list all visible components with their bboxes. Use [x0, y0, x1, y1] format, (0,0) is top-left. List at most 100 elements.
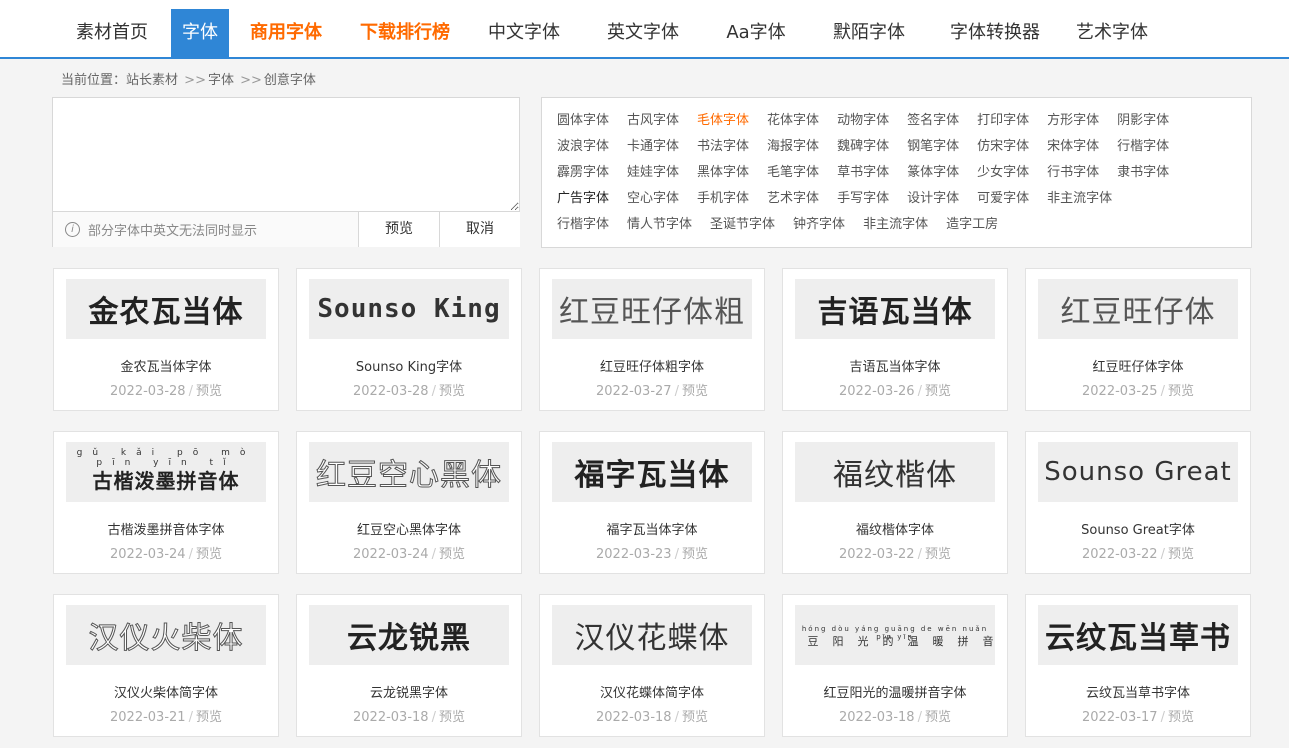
font-preview-link[interactable]: 预览 [682, 384, 708, 399]
font-preview-image[interactable]: 红豆旺仔体 [1038, 279, 1238, 339]
font-preview-image[interactable]: 汉仪花蝶体 [552, 605, 752, 665]
tag-link[interactable]: 毛笔字体 [767, 160, 819, 186]
font-name-link[interactable]: 红豆旺仔体粗字体 [540, 356, 764, 375]
nav-item-4[interactable]: 中文字体 [467, 9, 581, 57]
font-card[interactable]: Sounso Great Sounso Great字体 2022-03-22/预览 [1025, 431, 1251, 574]
font-name-link[interactable]: 福字瓦当体字体 [540, 519, 764, 538]
font-card[interactable]: 汉仪火柴体 汉仪火柴体简字体 2022-03-21/预览 [53, 594, 279, 737]
font-card[interactable]: 云纹瓦当草书 云纹瓦当草书字体 2022-03-17/预览 [1025, 594, 1251, 737]
font-card[interactable]: 红豆旺仔体 红豆旺仔体字体 2022-03-25/预览 [1025, 268, 1251, 411]
font-card[interactable]: 汉仪花蝶体 汉仪花蝶体简字体 2022-03-18/预览 [539, 594, 765, 737]
font-card[interactable]: 金农瓦当体 金农瓦当体字体 2022-03-28/预览 [53, 268, 279, 411]
tag-link[interactable]: 少女字体 [977, 160, 1029, 186]
font-preview-link[interactable]: 预览 [682, 547, 708, 562]
tag-link[interactable]: 造字工房 [946, 212, 998, 238]
tag-link[interactable]: 手写字体 [837, 186, 889, 212]
font-card[interactable]: 红豆空心黑体 红豆空心黑体字体 2022-03-24/预览 [296, 431, 522, 574]
preview-button[interactable]: 预览 [358, 212, 439, 247]
tag-link[interactable]: 卡通字体 [627, 134, 679, 160]
font-preview-link[interactable]: 预览 [196, 710, 222, 725]
font-name-link[interactable]: 福纹楷体字体 [783, 519, 1007, 538]
font-card[interactable]: Sounso King Sounso King字体 2022-03-28/预览 [296, 268, 522, 411]
tag-link[interactable]: 海报字体 [767, 134, 819, 160]
font-preview-image[interactable]: 福纹楷体 [795, 442, 995, 502]
tag-link[interactable]: 动物字体 [837, 108, 889, 134]
font-preview-link[interactable]: 预览 [1168, 710, 1194, 725]
tag-link[interactable]: 艺术字体 [767, 186, 819, 212]
tag-link[interactable]: 霹雳字体 [557, 160, 609, 186]
font-name-link[interactable]: 古楷泼墨拼音体字体 [54, 519, 278, 538]
tag-link[interactable]: 情人节字体 [627, 212, 692, 238]
tag-link[interactable]: 娃娃字体 [627, 160, 679, 186]
font-preview-image[interactable]: 福字瓦当体 [552, 442, 752, 502]
nav-item-7[interactable]: 默陌字体 [807, 9, 931, 57]
tag-link[interactable]: 古风字体 [627, 108, 679, 134]
breadcrumb-link-fonts[interactable]: 字体 [208, 73, 234, 88]
tag-link[interactable]: 书法字体 [697, 134, 749, 160]
font-preview-link[interactable]: 预览 [1168, 547, 1194, 562]
font-card[interactable]: 福字瓦当体 福字瓦当体字体 2022-03-23/预览 [539, 431, 765, 574]
font-card[interactable]: 红豆旺仔体粗 红豆旺仔体粗字体 2022-03-27/预览 [539, 268, 765, 411]
nav-item-5[interactable]: 英文字体 [581, 9, 705, 57]
nav-item-6[interactable]: Aa字体 [705, 9, 807, 57]
preview-text-input[interactable] [53, 98, 519, 211]
tag-link[interactable]: 波浪字体 [557, 134, 609, 160]
font-preview-image[interactable]: 红豆阳光的温暖拼音hóng dòu yáng guāng de wēn nuǎn… [795, 605, 995, 665]
tag-link[interactable]: 隶书字体 [1117, 160, 1169, 186]
nav-item-2[interactable]: 商用字体 [229, 9, 343, 57]
breadcrumb-link-home[interactable]: 站长素材 [126, 73, 178, 88]
font-preview-link[interactable]: 预览 [439, 547, 465, 562]
font-preview-image[interactable]: 古楷泼墨拼音体 gǔ kǎi pō mò pīn yīn tǐ [66, 442, 266, 502]
font-preview-link[interactable]: 预览 [1168, 384, 1194, 399]
tag-link[interactable]: 宋体字体 [1047, 134, 1099, 160]
nav-item-9[interactable]: 艺术字体 [1059, 9, 1165, 57]
font-card[interactable]: 福纹楷体 福纹楷体字体 2022-03-22/预览 [782, 431, 1008, 574]
tag-link[interactable]: 行书字体 [1047, 160, 1099, 186]
font-name-link[interactable]: Sounso Great字体 [1026, 519, 1250, 538]
font-name-link[interactable]: Sounso King字体 [297, 356, 521, 375]
tag-link[interactable]: 方形字体 [1047, 108, 1099, 134]
font-preview-link[interactable]: 预览 [196, 547, 222, 562]
font-name-link[interactable]: 云纹瓦当草书字体 [1026, 682, 1250, 701]
font-preview-image[interactable]: 云纹瓦当草书 [1038, 605, 1238, 665]
tag-link[interactable]: 钟齐字体 [793, 212, 845, 238]
font-preview-image[interactable]: 金农瓦当体 [66, 279, 266, 339]
font-card[interactable]: 古楷泼墨拼音体 gǔ kǎi pō mò pīn yīn tǐ 古楷泼墨拼音体字体 2… [53, 431, 279, 574]
font-preview-link[interactable]: 预览 [925, 547, 951, 562]
tag-link[interactable]: 签名字体 [907, 108, 959, 134]
font-preview-image[interactable]: Sounso King [309, 279, 509, 339]
font-preview-image[interactable]: 汉仪火柴体 [66, 605, 266, 665]
font-preview-image[interactable]: 红豆旺仔体粗 [552, 279, 752, 339]
tag-link[interactable]: 魏碑字体 [837, 134, 889, 160]
tag-link[interactable]: 设计字体 [907, 186, 959, 212]
font-preview-link[interactable]: 预览 [439, 710, 465, 725]
tag-link[interactable]: 仿宋字体 [977, 134, 1029, 160]
font-preview-link[interactable]: 预览 [925, 384, 951, 399]
nav-item-1[interactable]: 字体 [171, 9, 229, 57]
font-preview-image[interactable]: Sounso Great [1038, 442, 1238, 502]
tag-link[interactable]: 篆体字体 [907, 160, 959, 186]
tag-link[interactable]: 黑体字体 [697, 160, 749, 186]
tag-link[interactable]: 行楷字体 [1117, 134, 1169, 160]
font-card[interactable]: 云龙锐黑 云龙锐黑字体 2022-03-18/预览 [296, 594, 522, 737]
nav-item-8[interactable]: 字体转换器 [931, 9, 1059, 57]
tag-link[interactable]: 非主流字体 [863, 212, 928, 238]
font-preview-image[interactable]: 云龙锐黑 [309, 605, 509, 665]
font-card[interactable]: 吉语瓦当体 吉语瓦当体字体 2022-03-26/预览 [782, 268, 1008, 411]
font-preview-link[interactable]: 预览 [196, 384, 222, 399]
tag-link[interactable]: 非主流字体 [1047, 186, 1112, 212]
tag-link[interactable]: 阴影字体 [1117, 108, 1169, 134]
tag-link[interactable]: 草书字体 [837, 160, 889, 186]
tag-link[interactable]: 广告字体 [557, 186, 609, 212]
tag-link[interactable]: 花体字体 [767, 108, 819, 134]
font-name-link[interactable]: 云龙锐黑字体 [297, 682, 521, 701]
font-name-link[interactable]: 红豆空心黑体字体 [297, 519, 521, 538]
tag-link[interactable]: 圆体字体 [557, 108, 609, 134]
tag-link[interactable]: 圣诞节字体 [710, 212, 775, 238]
font-name-link[interactable]: 红豆旺仔体字体 [1026, 356, 1250, 375]
font-preview-link[interactable]: 预览 [682, 710, 708, 725]
font-preview-link[interactable]: 预览 [925, 710, 951, 725]
nav-item-3[interactable]: 下载排行榜 [343, 9, 467, 57]
font-preview-image[interactable]: 吉语瓦当体 [795, 279, 995, 339]
cancel-button[interactable]: 取消 [439, 212, 520, 247]
